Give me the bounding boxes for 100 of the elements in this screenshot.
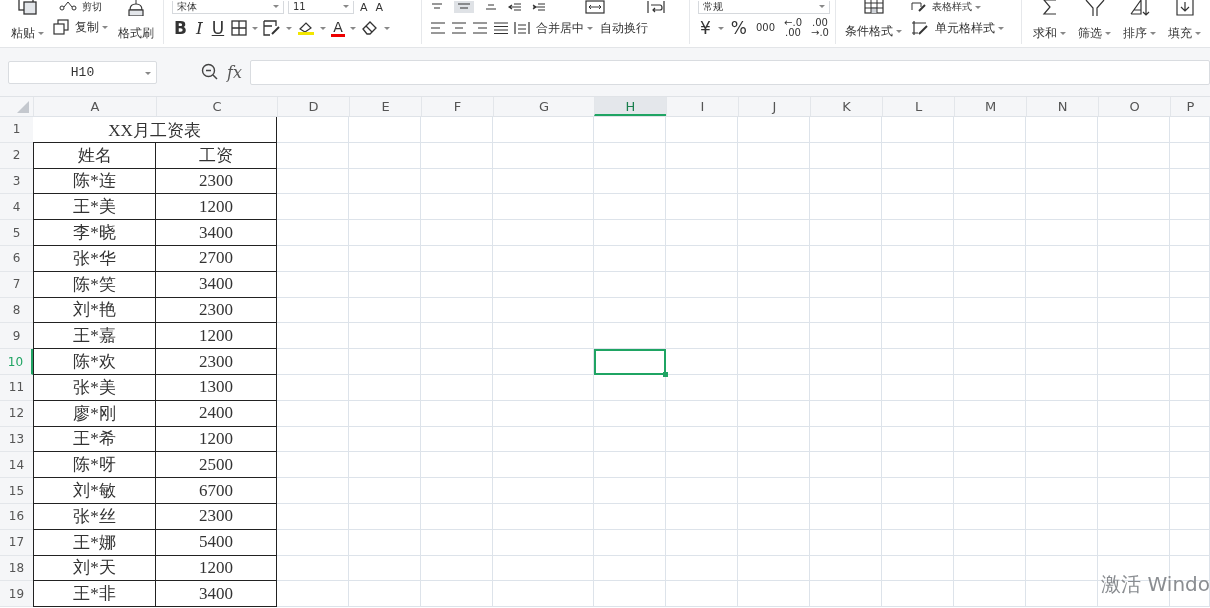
caret-icon	[1150, 31, 1156, 35]
font-size-field[interactable]: 11	[288, 0, 354, 14]
row-header[interactable]: 9	[0, 323, 33, 350]
thousands-button[interactable]: 000	[754, 23, 778, 33]
column-header[interactable]: H	[594, 97, 666, 116]
merge-center-button[interactable]: 合并居中	[535, 17, 594, 39]
grid-icon[interactable]	[862, 0, 885, 14]
table-cell: 刘*艳	[33, 297, 156, 324]
column-header[interactable]: M	[954, 97, 1026, 116]
italic-button[interactable]: I	[193, 19, 205, 37]
font-name-field[interactable]: 宋体	[172, 0, 284, 14]
wrap-text-icon[interactable]	[646, 0, 666, 14]
table-brush-icon	[911, 2, 927, 12]
ribbon-button[interactable]: 排序	[1122, 22, 1157, 44]
column-header[interactable]: E	[349, 97, 421, 116]
decrease-font-button[interactable]: A	[373, 1, 386, 13]
column-header[interactable]: K	[810, 97, 882, 116]
justify-icon[interactable]	[493, 21, 509, 35]
align-middle-icon[interactable]	[454, 1, 474, 13]
distributed-icon[interactable]	[514, 21, 530, 35]
borders-icon[interactable]	[231, 20, 248, 36]
sigma-icon[interactable]	[1040, 0, 1059, 16]
merge-cells-icon[interactable]	[584, 0, 606, 14]
underline-button[interactable]: U	[209, 19, 227, 37]
zoom-icon[interactable]	[201, 63, 219, 81]
align-bottom-icon[interactable]	[484, 2, 498, 12]
ribbon-button[interactable]: 筛选	[1077, 22, 1112, 44]
font-color-button[interactable]: A	[331, 19, 345, 37]
sort-icon[interactable]	[1128, 0, 1151, 16]
align-right-icon[interactable]	[472, 21, 488, 35]
row-header[interactable]: 7	[0, 271, 33, 298]
table-cell: 6700	[156, 478, 277, 504]
row-header[interactable]: 17	[0, 529, 33, 556]
column-header[interactable]: A	[33, 97, 156, 116]
indent-increase-icon[interactable]	[532, 2, 546, 12]
row-header[interactable]: 4	[0, 194, 33, 221]
ribbon-button[interactable]: 填充	[1167, 22, 1202, 44]
column-header[interactable]: N	[1026, 97, 1098, 116]
column-header[interactable]: P	[1170, 97, 1210, 116]
caret-icon	[1195, 31, 1201, 35]
wrap-text-button[interactable]: 自动换行	[599, 17, 649, 39]
cut-button[interactable]: 剪切	[81, 0, 103, 14]
column-header[interactable]: I	[666, 97, 738, 116]
cell-edit-icon[interactable]	[263, 20, 282, 36]
row-header[interactable]: 14	[0, 452, 33, 479]
cell-style-button[interactable]: 单元格样式	[934, 17, 1005, 39]
row-header[interactable]: 16	[0, 503, 33, 530]
row-header[interactable]: 5	[0, 220, 33, 246]
currency-button[interactable]: ¥	[698, 19, 713, 37]
column-header[interactable]: J	[738, 97, 810, 116]
conditional-format-button[interactable]: 条件格式	[844, 20, 903, 42]
row-header[interactable]: 2	[0, 142, 33, 169]
fill-color-icon[interactable]	[297, 20, 316, 36]
format-painter-button[interactable]: 格式刷	[117, 22, 155, 44]
caret-icon	[819, 5, 825, 8]
row-header[interactable]: 8	[0, 297, 33, 324]
row-header[interactable]: 11	[0, 374, 33, 401]
bold-button[interactable]: B	[172, 19, 189, 37]
row-header[interactable]: 6	[0, 246, 33, 272]
funnel-icon[interactable]	[1084, 0, 1105, 16]
column-header[interactable]: O	[1098, 97, 1170, 116]
caret-icon	[343, 5, 349, 8]
table-cell: 王*嘉	[33, 323, 156, 350]
align-top-icon[interactable]	[430, 2, 444, 12]
row-header[interactable]: 19	[0, 581, 33, 608]
row-header[interactable]: 3	[0, 168, 33, 195]
column-header[interactable]: D	[277, 97, 349, 116]
column-header[interactable]: C	[156, 97, 277, 116]
formula-input[interactable]	[249, 59, 1210, 85]
increase-font-button[interactable]: A	[358, 1, 370, 13]
increase-decimal-button[interactable]: ←.0 .00	[782, 17, 804, 39]
decrease-decimal-button[interactable]: .00 →.0	[809, 17, 831, 39]
fill-down-icon[interactable]	[1174, 0, 1195, 16]
caret-icon	[38, 31, 44, 35]
name-box[interactable]: H10	[8, 60, 157, 84]
row-header[interactable]: 13	[0, 426, 33, 453]
table-cell: 刘*敏	[33, 478, 156, 504]
table-style-button[interactable]: 表格样式	[931, 0, 982, 14]
row-header[interactable]: 12	[0, 400, 33, 427]
caret-icon	[349, 26, 356, 30]
align-left-icon[interactable]	[430, 21, 446, 35]
percent-button[interactable]: %	[728, 19, 749, 37]
column-header[interactable]: F	[421, 97, 493, 116]
eraser-icon[interactable]	[360, 20, 379, 36]
paste-icon[interactable]	[16, 0, 39, 16]
selected-cell[interactable]	[594, 349, 666, 375]
column-header[interactable]: L	[882, 97, 954, 116]
copy-button[interactable]: 复制	[74, 16, 109, 38]
table-cell: 3400	[156, 271, 277, 298]
row-header[interactable]: 15	[0, 478, 33, 504]
row-header[interactable]: 18	[0, 555, 33, 582]
row-header[interactable]: 1	[0, 117, 33, 143]
table-cell: 张*美	[33, 374, 156, 401]
function-label[interactable]: fx	[227, 62, 242, 82]
caret-icon	[383, 26, 390, 30]
number-format-field[interactable]: 常规	[698, 0, 830, 14]
paste-button[interactable]: 粘贴	[10, 22, 45, 44]
align-center-icon[interactable]	[451, 21, 467, 35]
indent-decrease-icon[interactable]	[508, 2, 522, 12]
ribbon-button[interactable]: 求和	[1032, 22, 1067, 44]
